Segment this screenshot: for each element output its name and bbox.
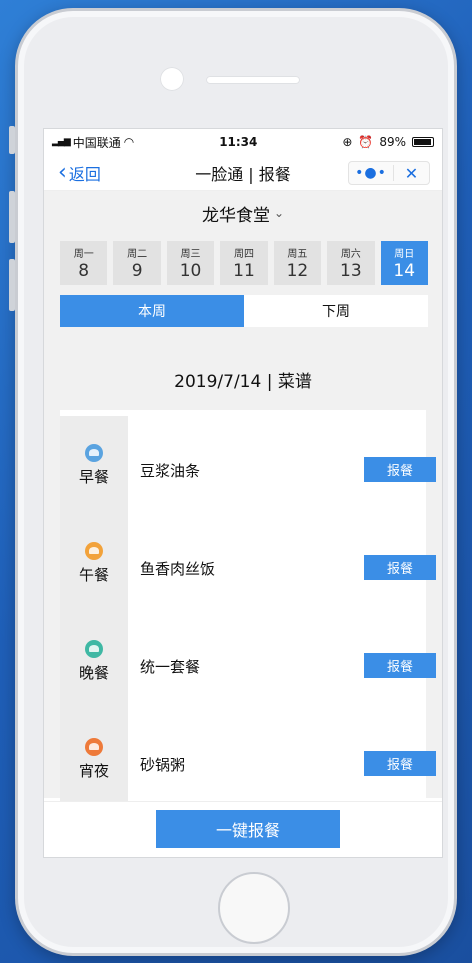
front-camera <box>160 67 184 91</box>
meal-row-dinner: 晚餐 统一套餐 报餐 <box>60 612 442 710</box>
meal-row-lunch: 午餐 鱼香肉丝饭 报餐 <box>60 514 442 612</box>
meal-tag: 晚餐 <box>60 612 128 683</box>
meal-row-late-night: 宵夜 砂锅粥 报餐 <box>60 710 442 808</box>
bottom-bar: 一键报餐 <box>44 801 442 857</box>
day-picker: 周一 8 周二 9 周三 10 周四 11 周五 12 周六 13 周日 14 <box>44 235 442 285</box>
menu-date-title: 2019/7/14 | 菜谱 <box>174 371 312 392</box>
order-button[interactable]: 报餐 <box>364 653 436 678</box>
dish-name: 豆浆油条 <box>140 462 201 480</box>
nav-bar: ‹ 返回 一脸通 | 报餐 •●• ✕ <box>44 155 442 191</box>
dish-name: 鱼香肉丝饭 <box>140 560 216 578</box>
day-item[interactable]: 周四 11 <box>220 241 268 285</box>
day-item[interactable]: 周五 12 <box>273 241 322 285</box>
carrier-label: 中国联通 <box>72 135 121 150</box>
meal-tag: 午餐 <box>60 514 128 585</box>
day-week: 周五 <box>287 249 308 260</box>
this-week-tab[interactable]: 本周 <box>60 295 244 327</box>
meal-label: 午餐 <box>78 566 109 584</box>
home-button[interactable] <box>218 872 290 944</box>
day-date: 14 <box>393 261 416 281</box>
meal-label: 早餐 <box>78 468 109 486</box>
back-label: 返回 <box>68 164 101 184</box>
one-key-order-button[interactable]: 一键报餐 <box>156 810 340 848</box>
chevron-down-icon: ⌄ <box>273 206 285 220</box>
meal-tag: 宵夜 <box>60 710 128 781</box>
volume-down-button <box>9 259 15 311</box>
battery-percent: 89% <box>379 135 406 149</box>
day-week: 周三 <box>180 249 201 260</box>
day-week: 周日 <box>394 249 415 260</box>
mini-program-capsule: •●• ✕ <box>348 161 430 185</box>
header-panel: 龙华食堂 ⌄ 周一 8 周二 9 周三 10 周四 11 周五 12 周六 13 周日 14 … <box>44 191 442 348</box>
meal-label: 宵夜 <box>78 762 109 780</box>
next-week-tab[interactable]: 下周 <box>244 295 428 327</box>
earpiece-speaker <box>206 76 300 84</box>
volume-up-button <box>9 191 15 243</box>
meal-list: 早餐 豆浆油条 报餐 午餐 鱼香肉丝饭 报餐 晚餐 统一套餐 报餐 宵夜 砂锅粥… <box>60 410 436 808</box>
meal-label: 晚餐 <box>78 664 109 682</box>
menu-section: 2019/7/14 | 菜谱 早餐 豆浆油条 报餐 午餐 鱼香肉丝饭 报餐 晚餐… <box>44 348 442 808</box>
app-screen: ▂▄▆ 中国联通 ◠ 11:34 ⊕ ⏰ 89% ‹ 返回 一脸通 | 报餐 •… <box>43 128 443 858</box>
moon-icon <box>85 640 103 658</box>
chevron-left-icon: ‹ <box>58 159 67 185</box>
dish-name: 砂锅粥 <box>140 756 186 774</box>
close-icon[interactable]: ✕ <box>394 164 429 183</box>
more-icon[interactable]: •●• <box>349 165 394 181</box>
order-button[interactable]: 报餐 <box>364 555 436 580</box>
day-week: 周二 <box>127 249 148 260</box>
day-date: 10 <box>179 261 202 281</box>
day-week: 周四 <box>233 249 254 260</box>
day-item-selected[interactable]: 周日 14 <box>380 241 428 285</box>
order-button[interactable]: 报餐 <box>364 751 436 776</box>
order-button[interactable]: 报餐 <box>364 457 436 482</box>
sunrise-icon <box>85 444 103 462</box>
day-date: 9 <box>131 261 143 281</box>
day-item[interactable]: 周二 9 <box>113 241 161 285</box>
sun-icon <box>85 542 103 560</box>
meal-tag: 早餐 <box>60 416 128 487</box>
day-date: 13 <box>340 261 362 281</box>
day-week: 周六 <box>340 249 361 260</box>
meal-row-breakfast: 早餐 豆浆油条 报餐 <box>60 416 442 514</box>
day-item[interactable]: 周六 13 <box>327 241 375 285</box>
day-date: 12 <box>286 261 309 281</box>
night-snack-icon <box>85 738 103 756</box>
orientation-lock-icon: ⊕ <box>342 135 353 149</box>
dish-name: 统一套餐 <box>140 658 201 676</box>
day-week: 周一 <box>73 249 94 260</box>
day-date: 11 <box>233 261 255 281</box>
mute-switch <box>9 126 15 154</box>
alarm-icon: ⏰ <box>358 135 374 149</box>
signal-icon: ▂▄▆ <box>52 137 71 147</box>
day-item[interactable]: 周三 10 <box>166 241 215 285</box>
wifi-icon: ◠ <box>123 135 135 149</box>
clock: 11:34 <box>219 135 258 149</box>
week-toggle: 本周 下周 <box>60 295 428 327</box>
day-date: 8 <box>78 261 90 281</box>
battery-icon <box>412 137 434 147</box>
canteen-name: 龙华食堂 <box>201 205 270 226</box>
day-item[interactable]: 周一 8 <box>60 241 108 285</box>
canteen-selector[interactable]: 龙华食堂 ⌄ <box>44 191 442 235</box>
back-button[interactable]: ‹ 返回 <box>58 161 101 185</box>
status-bar: ▂▄▆ 中国联通 ◠ 11:34 ⊕ ⏰ 89% <box>44 129 442 155</box>
